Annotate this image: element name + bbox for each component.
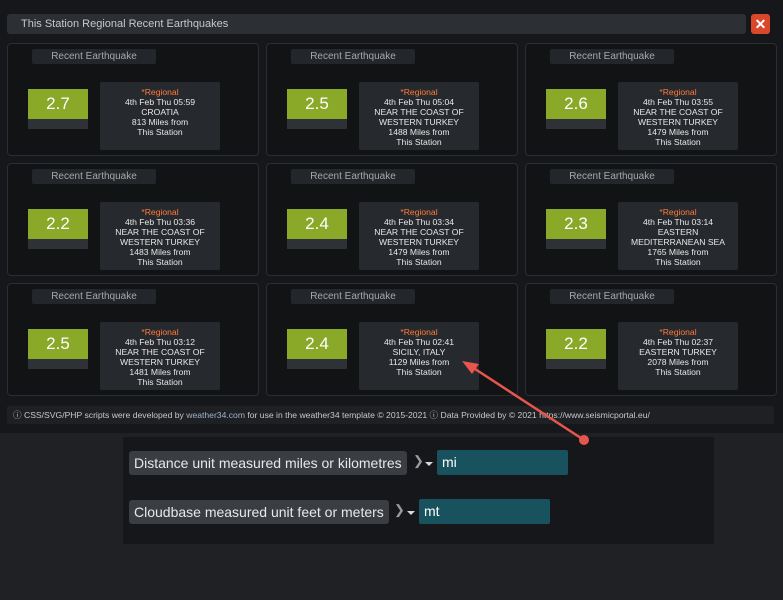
annotation-arrow <box>462 361 589 445</box>
arrow-head <box>462 361 479 374</box>
arrow-line <box>471 365 585 442</box>
arrow-dot <box>579 435 589 445</box>
